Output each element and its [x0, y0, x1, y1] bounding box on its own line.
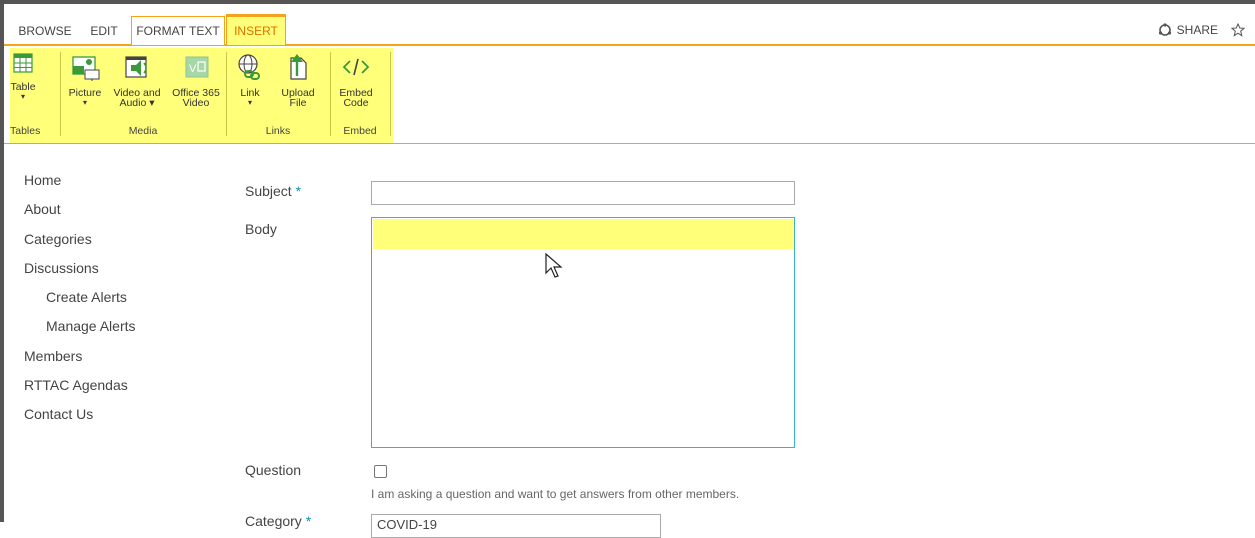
follow-star-icon[interactable]: [1231, 23, 1245, 37]
video-audio-label-2: Audio ▾: [119, 97, 155, 109]
upload-file-button[interactable]: Upload File: [276, 52, 320, 108]
mouse-pointer-icon: [545, 253, 563, 278]
link-button[interactable]: Link ▾: [232, 52, 268, 108]
quick-launch-nav: Home About Categories Discussions Create…: [24, 166, 136, 430]
picture-button[interactable]: Picture ▾: [64, 52, 106, 108]
picture-dropdown-arrow: ▾: [82, 98, 87, 107]
table-icon: [13, 53, 33, 73]
insert-ribbon: Table ▾ Picture ▾ Video and Audio ▾ V Of…: [4, 46, 1255, 144]
table-dropdown-arrow: ▾: [20, 92, 25, 101]
group-label-links: Links: [265, 125, 291, 137]
category-select[interactable]: COVID-19: [371, 514, 661, 538]
video-audio-button[interactable]: Video and Audio ▾: [110, 52, 164, 108]
video-audio-icon: [125, 56, 147, 78]
nav-item-manage-alerts[interactable]: Manage Alerts: [24, 312, 136, 341]
group-label-tables: Tables: [10, 125, 41, 137]
upload-file-icon: [290, 54, 307, 80]
ribbon-separator: [390, 52, 391, 136]
group-label-embed: Embed: [343, 125, 377, 137]
nav-item-rttac-agendas[interactable]: RTTAC Agendas: [24, 371, 136, 400]
ribbon-tab-row: BROWSE EDIT FORMAT TEXT INSERT SHARE: [4, 4, 1255, 46]
nav-item-contact-us[interactable]: Contact Us: [24, 400, 136, 429]
link-dropdown-arrow: ▾: [247, 98, 252, 107]
subject-input[interactable]: [371, 181, 795, 205]
question-hint: I am asking a question and want to get a…: [371, 487, 740, 501]
tab-browse[interactable]: BROWSE: [14, 17, 76, 46]
nav-item-categories[interactable]: Categories: [24, 225, 136, 254]
embed-code-button[interactable]: Embed Code: [334, 52, 378, 108]
nav-item-about[interactable]: About: [24, 195, 136, 224]
svg-text:V: V: [189, 63, 197, 75]
nav-item-discussions[interactable]: Discussions: [24, 254, 136, 283]
required-mark: *: [301, 513, 312, 529]
required-mark: *: [291, 183, 302, 199]
office365-video-button[interactable]: V Office 365 Video: [168, 52, 224, 108]
category-label-text: Category: [245, 513, 302, 529]
picture-icon: [72, 56, 100, 81]
tab-edit[interactable]: EDIT: [82, 17, 126, 46]
nav-item-members[interactable]: Members: [24, 342, 136, 371]
embed-label-2: Code: [343, 97, 369, 109]
category-label: Category *: [245, 513, 311, 529]
picture-label: Picture: [68, 87, 102, 99]
nav-item-create-alerts[interactable]: Create Alerts: [24, 283, 136, 312]
link-label: Link: [240, 87, 260, 99]
tab-format-text[interactable]: FORMAT TEXT: [131, 16, 225, 45]
question-checkbox[interactable]: [374, 465, 387, 478]
question-label: Question: [245, 462, 302, 478]
subject-label-text: Subject: [245, 183, 292, 199]
nav-item-home[interactable]: Home: [24, 166, 136, 195]
share-button[interactable]: SHARE: [1158, 23, 1245, 37]
body-toolbar-highlight: [373, 219, 793, 249]
body-label: Body: [245, 221, 277, 237]
upload-label-2: File: [289, 97, 307, 109]
subject-label: Subject *: [245, 183, 301, 199]
body-editor[interactable]: [371, 217, 795, 448]
office365-label-2: Video: [182, 97, 210, 109]
table-button[interactable]: Table ▾: [10, 52, 36, 102]
embed-code-icon: [342, 58, 370, 76]
table-label: Table: [10, 81, 36, 93]
share-icon: [1158, 23, 1171, 36]
tab-insert[interactable]: INSERT: [226, 14, 286, 45]
office365-video-icon: V: [185, 56, 209, 78]
share-label: SHARE: [1176, 23, 1218, 37]
group-label-media: Media: [128, 125, 158, 137]
link-icon: [238, 54, 260, 80]
